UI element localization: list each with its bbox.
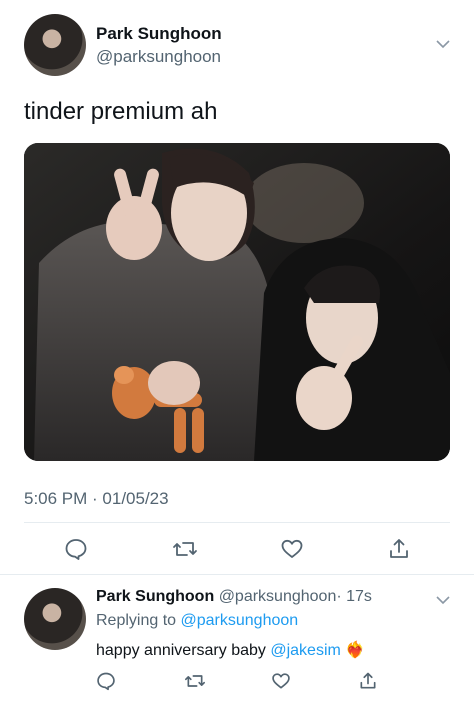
- more-options-chevron-icon[interactable]: [436, 36, 450, 52]
- reply-author-handle[interactable]: @parksunghoon: [219, 588, 337, 605]
- tweet-timestamp[interactable]: 5:06 PM · 01/05/23: [24, 489, 169, 509]
- author-name[interactable]: Park Sunghoon: [96, 24, 222, 44]
- reply-more-options-chevron-icon[interactable]: [436, 592, 450, 608]
- reply-header: Park Sunghoon @parksunghoon· 17s: [96, 588, 372, 606]
- tweet-photo[interactable]: [24, 143, 450, 461]
- reply-reply-icon[interactable]: [96, 671, 116, 691]
- reply-author-avatar[interactable]: [24, 588, 86, 650]
- reply-author-name[interactable]: Park Sunghoon: [96, 588, 214, 605]
- like-icon[interactable]: [280, 537, 304, 561]
- divider: [0, 574, 474, 575]
- reply-share-icon[interactable]: [358, 671, 378, 691]
- replying-to-prefix: Replying to: [96, 612, 177, 629]
- reply-icon[interactable]: [64, 537, 88, 561]
- replying-to-link[interactable]: @parksunghoon: [181, 612, 299, 629]
- author-avatar[interactable]: [24, 14, 86, 76]
- share-icon[interactable]: [387, 537, 411, 561]
- reply-text-line: happy anniversary baby @jakesim ❤️‍🔥: [96, 640, 365, 660]
- reply-emoji: ❤️‍🔥: [345, 642, 366, 659]
- retweet-icon[interactable]: [172, 537, 198, 561]
- replying-to-line: Replying to @parksunghoon: [96, 612, 298, 630]
- author-handle[interactable]: @parksunghoon: [96, 47, 221, 67]
- reply-retweet-icon[interactable]: [184, 671, 206, 691]
- divider: [24, 522, 450, 523]
- reply-text: happy anniversary baby: [96, 642, 266, 659]
- tweet-text: tinder premium ah: [24, 98, 218, 125]
- reply-like-icon[interactable]: [271, 671, 291, 691]
- reply-mention-link[interactable]: @jakesim: [270, 642, 340, 659]
- reply-age: · 17s: [336, 588, 372, 605]
